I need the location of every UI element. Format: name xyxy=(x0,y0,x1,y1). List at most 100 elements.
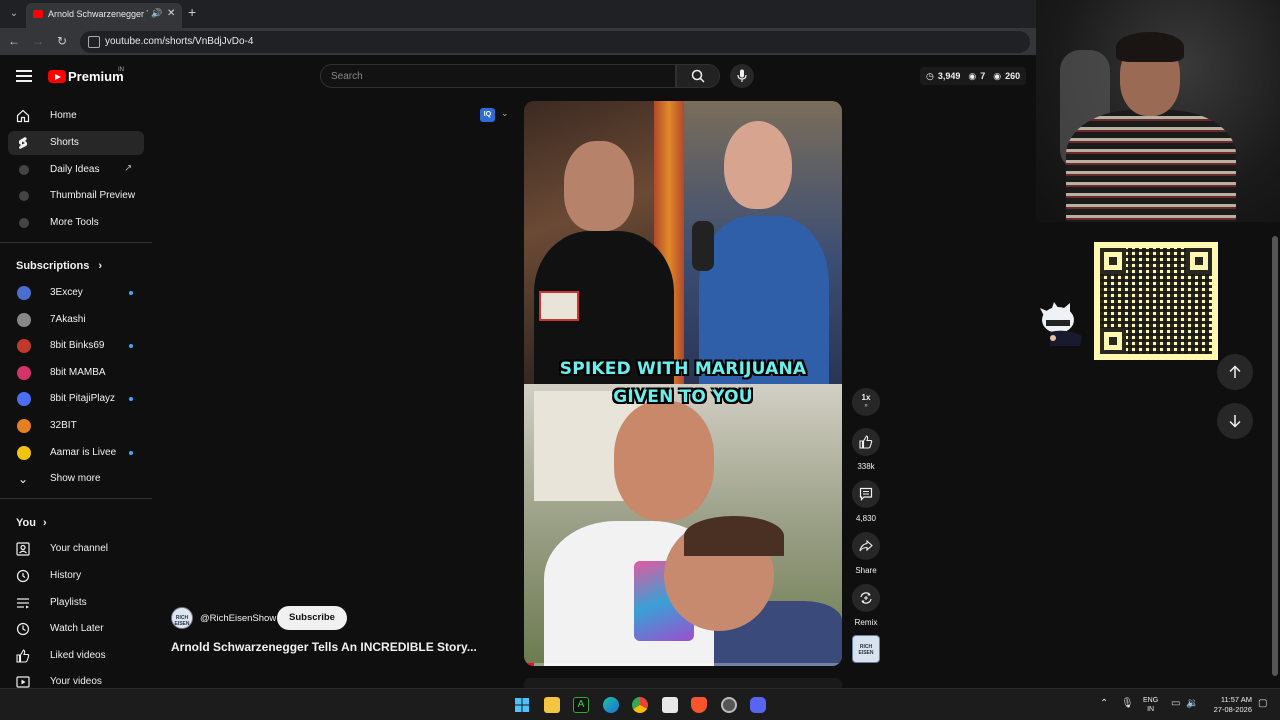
like-count: 338k xyxy=(857,462,875,471)
shorts-video-player[interactable]: SPIKED WITH MARIJUANA GIVEN TO YOU xyxy=(524,101,842,666)
video-progress-bar[interactable] xyxy=(524,663,842,666)
terminal-app-icon[interactable]: A xyxy=(573,697,589,713)
chevron-down-icon[interactable]: ⌄ xyxy=(501,108,509,119)
subscriptions-heading[interactable]: Subscriptions › xyxy=(16,260,102,272)
sidebar-subscription-item[interactable]: 3Excey xyxy=(8,281,144,305)
qr-finder-pattern xyxy=(1100,248,1126,274)
sidebar-subscription-item[interactable]: 32BIT xyxy=(8,414,144,438)
sidebar-item-watch-later[interactable]: Watch Later xyxy=(8,617,144,641)
iq-extension-icon[interactable]: IQ xyxy=(480,108,495,122)
page-scrollbar[interactable] xyxy=(1270,222,1280,688)
store-app-icon[interactable] xyxy=(662,697,678,713)
share-button[interactable] xyxy=(852,532,880,560)
sidebar-subscription-item[interactable]: Aamar is Livee xyxy=(8,441,144,465)
show-more-button[interactable]: ⌄ Show more xyxy=(8,467,144,491)
clock-time: 11:57 AM xyxy=(1220,695,1252,704)
sidebar-item-label: Thumbnail Preview xyxy=(50,190,136,201)
search-button[interactable] xyxy=(676,64,720,88)
avatar xyxy=(17,312,31,327)
sidebar-item-daily-ideas[interactable]: Daily Ideas ↗ xyxy=(8,158,144,182)
language-indicator[interactable]: ENG IN xyxy=(1143,696,1158,714)
browser-tab[interactable]: Arnold Schwarzenegger Tel 🔊 ✕ xyxy=(26,3,182,28)
brave-browser-icon[interactable] xyxy=(691,697,707,713)
video-title[interactable]: Arnold Schwarzenegger Tells An INCREDIBL… xyxy=(171,640,477,654)
speaker-icon[interactable]: 🔊 xyxy=(151,8,162,19)
channel-avatar[interactable]: RICH EISEN xyxy=(171,607,193,629)
url-text[interactable]: youtube.com/shorts/VnBdjJvDo-4 xyxy=(105,36,253,47)
remix-icon xyxy=(860,592,872,604)
hamburger-menu-icon[interactable] xyxy=(16,70,32,82)
file-explorer-icon[interactable] xyxy=(544,697,560,713)
voice-search-button[interactable] xyxy=(730,64,754,88)
address-bar[interactable]: youtube.com/shorts/VnBdjJvDo-4 xyxy=(80,31,1030,53)
tab-title: Arnold Schwarzenegger Tel xyxy=(48,9,148,19)
sidebar-subscription-item[interactable]: 8bit Binks69 xyxy=(8,334,144,358)
sidebar-item-playlists[interactable]: Playlists xyxy=(8,591,144,615)
like-icon xyxy=(16,649,30,663)
chevron-up-icon[interactable]: ⌃ xyxy=(1100,698,1108,709)
scrollbar-thumb[interactable] xyxy=(1272,236,1278,676)
windows-start-icon[interactable] xyxy=(514,697,530,713)
sidebar-item-label: Your channel xyxy=(50,543,109,554)
discord-icon[interactable] xyxy=(750,697,766,713)
windows-taskbar: A ⌃ 🎙 ENG IN ▭ 🔉 11:57 AM 27-08-2026 ▢ xyxy=(0,688,1280,720)
sidebar-item-more-tools[interactable]: More Tools xyxy=(8,211,144,235)
eye-icon: ◉ xyxy=(968,70,977,81)
qr-finder-pattern xyxy=(1100,328,1126,354)
notifications-icon[interactable]: ▢ xyxy=(1258,698,1267,709)
show-more-label: Show more xyxy=(50,473,101,484)
search-input[interactable]: Search xyxy=(320,64,676,88)
remix-button[interactable] xyxy=(852,584,880,612)
clock-icon: ◷ xyxy=(926,70,934,81)
next-short-button[interactable] xyxy=(1217,403,1253,439)
channel-handle[interactable]: @RichEisenShow xyxy=(200,613,276,624)
channel-icon xyxy=(16,542,30,556)
sidebar-item-thumbnail-preview[interactable]: Thumbnail Preview xyxy=(8,184,144,208)
sidebar-item-shorts[interactable]: Shorts xyxy=(8,131,144,155)
site-info-icon[interactable] xyxy=(88,36,100,48)
thumbs-up-icon xyxy=(859,435,873,449)
sidebar-item-liked-videos[interactable]: Liked videos xyxy=(8,644,144,668)
network-icon[interactable]: ▭ xyxy=(1171,698,1180,709)
microphone-tray-icon[interactable]: 🎙 xyxy=(1121,698,1134,709)
back-icon[interactable]: ← xyxy=(6,34,22,48)
subscribe-button[interactable]: Subscribe xyxy=(277,606,347,630)
sidebar-subscription-item[interactable]: 8bit MAMBA xyxy=(8,361,144,385)
youtube-logo-icon[interactable] xyxy=(48,70,66,83)
edge-browser-icon[interactable] xyxy=(603,697,619,713)
like-button[interactable] xyxy=(852,428,880,456)
youtube-premium-logo-text[interactable]: Premium xyxy=(68,69,124,84)
subscription-label: 32BIT xyxy=(50,420,77,431)
region-code: IN xyxy=(1147,706,1155,713)
stat-watching: 7 xyxy=(980,71,986,81)
sidebar-item-label: Playlists xyxy=(50,597,87,608)
sidebar-subscription-item[interactable]: 7Akashi xyxy=(8,308,144,332)
new-tab-button[interactable]: + xyxy=(188,4,196,20)
playback-speed-button[interactable]: 1x» xyxy=(852,388,880,416)
browser-tab-bar: ⌄ Arnold Schwarzenegger Tel 🔊 ✕ + xyxy=(0,0,1036,28)
you-heading[interactable]: You › xyxy=(16,517,47,529)
video-progress-fill xyxy=(524,663,534,666)
avatar xyxy=(17,365,31,380)
sidebar-item-your-channel[interactable]: Your channel xyxy=(8,537,144,561)
channel-audio-thumbnail[interactable]: RICH EISEN xyxy=(852,635,880,663)
sidebar-item-history[interactable]: History xyxy=(8,564,144,588)
obs-studio-icon[interactable] xyxy=(721,697,737,713)
forward-icon[interactable]: → xyxy=(30,34,46,48)
tab-search-button[interactable]: ⌄ xyxy=(6,6,22,22)
volume-icon[interactable]: 🔉 xyxy=(1186,698,1198,709)
sidebar-subscription-item[interactable]: 8bit PitajiPlayz xyxy=(8,387,144,411)
tab-close-icon[interactable]: ✕ xyxy=(167,8,175,19)
anime-mascot-icon xyxy=(1040,302,1082,346)
comments-button[interactable] xyxy=(852,480,880,508)
subscription-label: Aamar is Livee xyxy=(50,446,117,458)
reload-icon[interactable]: ↻ xyxy=(54,34,70,48)
sidebar-item-home[interactable]: Home xyxy=(8,104,144,128)
striped-shirt xyxy=(1066,110,1236,222)
new-content-dot-icon xyxy=(129,291,133,295)
chrome-browser-icon[interactable] xyxy=(632,697,648,713)
previous-short-button[interactable] xyxy=(1217,354,1253,390)
clock[interactable]: 11:57 AM 27-08-2026 xyxy=(1206,695,1252,715)
next-short-preview[interactable] xyxy=(524,678,842,688)
eye-icon: ◉ xyxy=(993,70,1002,81)
